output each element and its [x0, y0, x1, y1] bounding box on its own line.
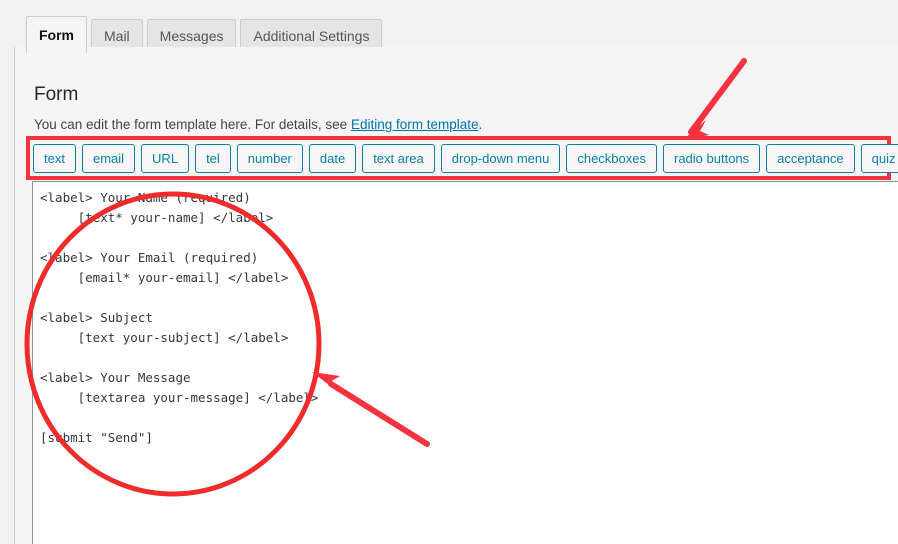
- section-description-period: .: [478, 117, 483, 132]
- editing-form-template-link[interactable]: Editing form template: [351, 117, 479, 132]
- tag-button-drop-down-menu[interactable]: drop-down menu: [440, 143, 561, 173]
- tag-button-url[interactable]: URL: [141, 143, 190, 173]
- tag-button-number[interactable]: number: [236, 143, 303, 173]
- form-panel: Form You can edit the form template here…: [14, 47, 898, 544]
- tag-button-checkboxes[interactable]: checkboxes: [566, 143, 657, 173]
- tag-button-radio-buttons[interactable]: radio buttons: [663, 143, 761, 173]
- form-template-code[interactable]: <label> Your Name (required) [text* your…: [33, 182, 898, 448]
- tag-button-quiz[interactable]: quiz: [860, 143, 898, 173]
- section-description-text: You can edit the form template here. For…: [34, 117, 351, 132]
- tag-button-tel[interactable]: tel: [195, 143, 231, 173]
- tag-button-text[interactable]: text: [33, 143, 76, 173]
- tab-form[interactable]: Form: [26, 16, 87, 54]
- section-description: You can edit the form template here. For…: [34, 118, 482, 132]
- tag-button-text-area[interactable]: text area: [362, 143, 435, 173]
- tab-bar: Form Mail Messages Additional Settings: [0, 0, 898, 54]
- tag-generator-button-list: text email URL tel number date text area…: [33, 143, 898, 173]
- form-template-textarea[interactable]: <label> Your Name (required) [text* your…: [32, 181, 898, 544]
- tag-button-email[interactable]: email: [81, 143, 136, 173]
- tag-button-acceptance[interactable]: acceptance: [766, 143, 855, 173]
- page-title: Form: [34, 84, 79, 105]
- tag-button-date[interactable]: date: [308, 143, 357, 173]
